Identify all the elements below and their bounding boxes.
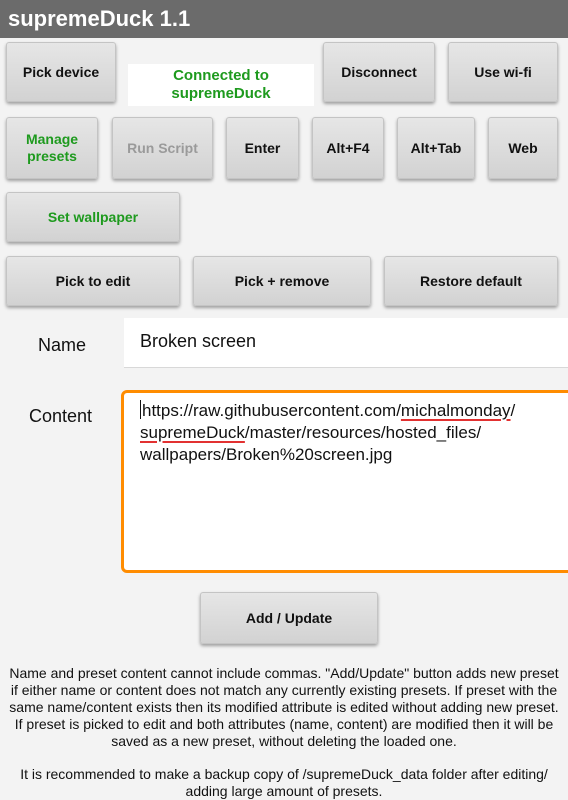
content-text-part: wallpapers/Broken%20screen.jpg xyxy=(140,445,393,464)
add-update-button[interactable]: Add / Update xyxy=(200,592,378,644)
web-button[interactable]: Web xyxy=(488,117,558,179)
content-text-part: / xyxy=(510,401,516,420)
content-text-misspelled: supremeDuck xyxy=(140,423,245,442)
info-paragraph-presets: Name and preset content cannot include c… xyxy=(9,665,559,749)
manage-presets-label-line2: presets xyxy=(27,148,77,164)
manage-presets-label-line1: Manage xyxy=(25,131,79,147)
disconnect-button[interactable]: Disconnect xyxy=(323,42,435,102)
content-text-part: https://raw.githubusercontent.com/ xyxy=(142,401,401,420)
set-wallpaper-button[interactable]: Set wallpaper xyxy=(6,192,180,242)
alt-f4-button[interactable]: Alt+F4 xyxy=(312,117,384,179)
name-input[interactable]: Broken screen xyxy=(124,318,568,368)
pick-to-edit-button[interactable]: Pick to edit xyxy=(6,256,180,306)
content-text-misspelled: michalmonday xyxy=(400,401,511,420)
app-title: supremeDuck 1.1 xyxy=(0,0,568,38)
pick-remove-button[interactable]: Pick + remove xyxy=(193,256,371,306)
manage-presets-button[interactable]: Manage presets xyxy=(6,117,98,179)
enter-button[interactable]: Enter xyxy=(226,117,299,179)
pick-device-button[interactable]: Pick device xyxy=(6,42,116,102)
alt-tab-button[interactable]: Alt+Tab xyxy=(397,117,475,179)
use-wifi-button[interactable]: Use wi-fi xyxy=(448,42,558,102)
restore-default-button[interactable]: Restore default xyxy=(384,256,558,306)
info-paragraph-backup: It is recommended to make a backup copy … xyxy=(20,766,548,799)
content-textarea[interactable]: https://raw.githubusercontent.com/michal… xyxy=(121,390,568,573)
connection-status-line1: Connected to xyxy=(173,67,269,84)
connection-status: Connected to supremeDuck xyxy=(128,64,314,106)
connection-status-line2: supremeDuck xyxy=(171,85,271,102)
text-cursor xyxy=(140,400,141,419)
name-label: Name xyxy=(38,335,87,355)
content-label: Content xyxy=(29,406,93,426)
content-text-part: /master/resources/hosted_files/ xyxy=(244,423,482,442)
run-script-button[interactable]: Run Script xyxy=(112,117,213,179)
